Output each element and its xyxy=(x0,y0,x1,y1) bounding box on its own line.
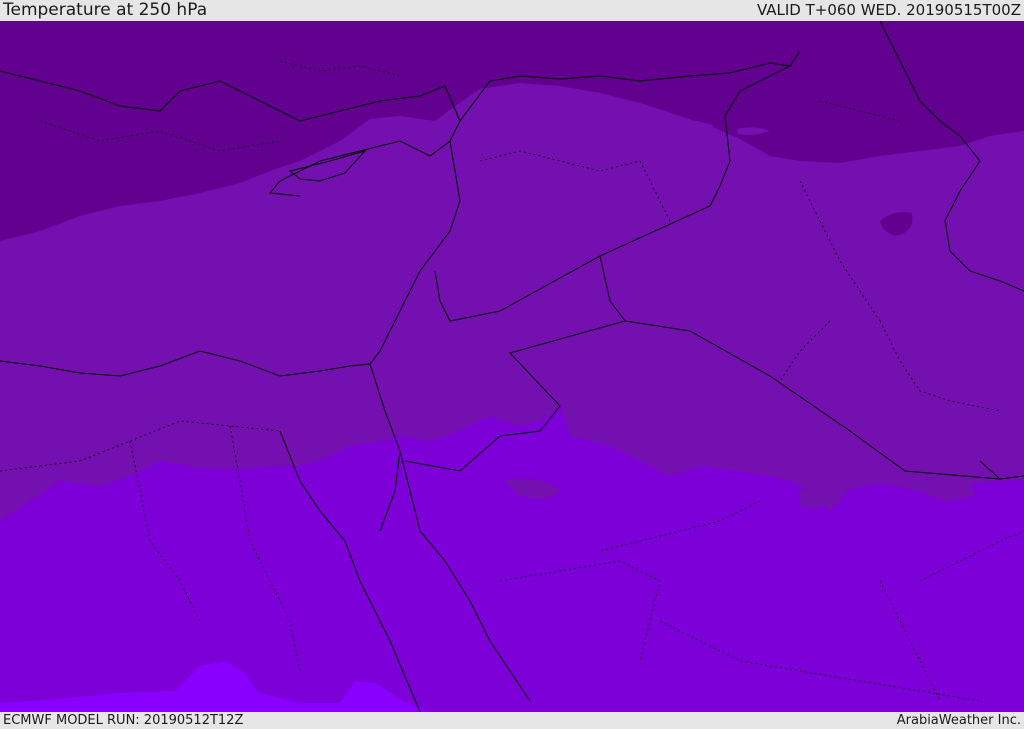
header-bar: Temperature at 250 hPa VALID T+060 WED. … xyxy=(0,0,1024,21)
weather-map[interactable] xyxy=(0,21,1024,712)
model-run: ECMWF MODEL RUN: 20190512T12Z xyxy=(3,713,244,728)
map-title: Temperature at 250 hPa xyxy=(3,0,208,20)
footer-bar: ECMWF MODEL RUN: 20190512T12Z ArabiaWeat… xyxy=(0,712,1024,729)
credit-text: ArabiaWeather Inc. xyxy=(896,713,1021,728)
valid-time: VALID T+060 WED. 20190515T00Z xyxy=(756,1,1021,19)
